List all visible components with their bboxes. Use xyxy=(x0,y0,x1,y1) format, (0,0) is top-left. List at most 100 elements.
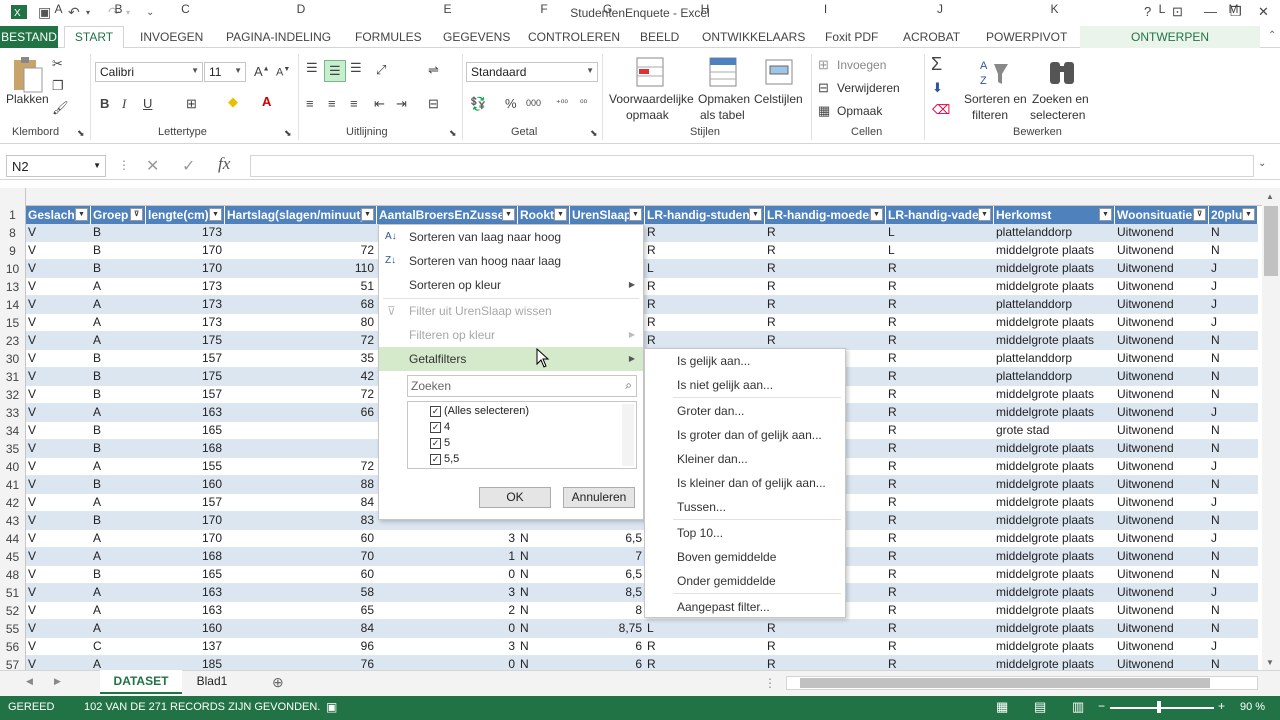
table-cell[interactable]: N xyxy=(1211,657,1255,671)
table-cell[interactable]: 160 xyxy=(148,621,222,635)
table-cell[interactable]: N xyxy=(520,657,567,671)
row-number[interactable]: 1 xyxy=(0,206,26,224)
table-cell[interactable]: 173 xyxy=(148,279,222,293)
table-cell[interactable]: 163 xyxy=(148,603,222,617)
table-cell[interactable]: B xyxy=(93,513,143,527)
table-cell[interactable]: 8,75 xyxy=(572,621,642,635)
number-filter-option[interactable]: Boven gemiddelde xyxy=(645,546,845,568)
table-cell[interactable]: middelgrote plaats xyxy=(996,333,1112,347)
tab-beeld[interactable]: BEELD xyxy=(640,30,679,44)
tab-acrobat[interactable]: ACROBAT xyxy=(903,30,960,44)
filter-active-icon[interactable]: ⊽ xyxy=(130,208,143,221)
merge-center-icon[interactable]: ⊟ xyxy=(428,96,439,112)
table-cell[interactable]: N xyxy=(520,639,567,653)
table-cell[interactable]: grote stad xyxy=(996,423,1112,437)
table-cell[interactable]: 51 xyxy=(227,279,374,293)
row-number[interactable]: 48 xyxy=(0,566,26,584)
table-cell[interactable]: V xyxy=(28,549,88,563)
table-cell[interactable]: L xyxy=(888,225,991,239)
column-header-a[interactable]: A xyxy=(26,2,91,16)
table-cell[interactable]: plattelanddorp xyxy=(996,297,1112,311)
italic-icon[interactable]: I xyxy=(122,96,126,112)
table-header-cell[interactable]: Groep ⊽ xyxy=(91,206,146,224)
tabs-split-icon[interactable]: ⋮ xyxy=(764,676,776,690)
table-cell[interactable]: R xyxy=(888,423,991,437)
font-launcher-icon[interactable]: ⬊ xyxy=(284,128,292,139)
clear-icon[interactable]: ⌫ xyxy=(932,102,950,118)
table-cell[interactable]: 157 xyxy=(148,351,222,365)
next-sheet-icon[interactable]: ▶ xyxy=(54,676,61,687)
zoom-level[interactable]: 90 % xyxy=(1240,701,1265,713)
row-number[interactable]: 8 xyxy=(0,224,26,242)
table-cell[interactable]: R xyxy=(888,261,991,275)
orientation-icon[interactable]: ⤢ xyxy=(376,62,386,78)
table-cell[interactable]: A xyxy=(93,495,143,509)
table-cell[interactable]: J xyxy=(1211,459,1255,473)
table-cell[interactable]: 0 xyxy=(379,657,515,671)
clear-filter-item[interactable]: ⊽ Filter uit UrenSlaap wissen xyxy=(379,299,643,323)
horizontal-scroll-thumb[interactable] xyxy=(800,678,1210,688)
autosum-icon[interactable]: Σ xyxy=(931,54,942,75)
zoom-slider[interactable] xyxy=(1110,707,1214,709)
table-cell[interactable]: R xyxy=(767,243,883,257)
table-cell[interactable]: A xyxy=(93,549,143,563)
table-cell[interactable]: R xyxy=(767,657,883,671)
row-number[interactable]: 35 xyxy=(0,440,26,458)
table-cell[interactable]: 3 xyxy=(379,531,515,545)
table-header-cell[interactable]: Hartslag(slagen/minuut) ▼ xyxy=(225,206,377,224)
table-cell[interactable]: N xyxy=(1211,225,1255,239)
table-cell[interactable]: R xyxy=(888,495,991,509)
table-cell[interactable]: B xyxy=(93,243,143,257)
table-cell[interactable]: middelgrote plaats xyxy=(996,315,1112,329)
table-cell[interactable]: N xyxy=(1211,333,1255,347)
tab-foxit-pdf[interactable]: Foxit PDF xyxy=(825,30,878,44)
align-center-icon[interactable]: ≡ xyxy=(328,96,336,111)
table-cell[interactable]: Uitwonend xyxy=(1117,225,1206,239)
table-cell[interactable]: Uitwonend xyxy=(1117,477,1206,491)
table-cell[interactable]: V xyxy=(28,369,88,383)
font-size-combo[interactable]: 11 ▼ xyxy=(204,62,246,82)
table-cell[interactable]: middelgrote plaats xyxy=(996,261,1112,275)
table-cell[interactable]: R xyxy=(888,405,991,419)
table-cell[interactable]: 157 xyxy=(148,387,222,401)
table-cell[interactable]: R xyxy=(647,279,762,293)
table-cell[interactable]: 170 xyxy=(148,513,222,527)
column-header-m[interactable]: M xyxy=(1209,2,1258,16)
number-filter-option[interactable]: Is kleiner dan of gelijk aan... xyxy=(645,472,845,494)
tab-ontwerpen[interactable]: ONTWERPEN xyxy=(1131,30,1209,44)
table-cell[interactable]: R xyxy=(888,621,991,635)
font-name-combo[interactable]: Calibri ▼ xyxy=(95,62,203,82)
column-header-g[interactable]: G xyxy=(570,2,645,16)
macro-record-icon[interactable]: ▣ xyxy=(326,700,337,714)
table-cell[interactable]: N xyxy=(1211,369,1255,383)
table-cell[interactable]: J xyxy=(1211,279,1255,293)
table-cell[interactable]: 7 xyxy=(572,549,642,563)
table-cell[interactable]: J xyxy=(1211,639,1255,653)
table-cell[interactable]: 72 xyxy=(227,333,374,347)
tab-ontwikkelaars[interactable]: ONTWIKKELAARS xyxy=(702,30,805,44)
row-number[interactable]: 33 xyxy=(0,404,26,422)
table-cell[interactable]: R xyxy=(888,657,991,671)
table-cell[interactable]: 173 xyxy=(148,315,222,329)
table-cell[interactable]: 170 xyxy=(148,243,222,257)
table-cell[interactable]: middelgrote plaats xyxy=(996,567,1112,581)
table-cell[interactable]: 160 xyxy=(148,477,222,491)
table-cell[interactable]: 72 xyxy=(227,243,374,257)
fill-color-icon[interactable]: ◆ xyxy=(228,94,238,110)
table-cell[interactable]: 72 xyxy=(227,387,374,401)
table-cell[interactable]: R xyxy=(888,315,991,329)
filter-search-input[interactable]: Zoeken ⌕ xyxy=(407,375,637,397)
table-cell[interactable]: middelgrote plaats xyxy=(996,549,1112,563)
table-header-cell[interactable]: LR-handig-moeder ▼ xyxy=(765,206,886,224)
table-cell[interactable]: N xyxy=(1211,477,1255,491)
scroll-up-icon[interactable]: ▲ xyxy=(1266,192,1274,201)
table-cell[interactable]: 168 xyxy=(148,441,222,455)
format-as-table-button[interactable]: Opmaken xyxy=(698,92,750,106)
decrease-font-icon[interactable]: A▼ xyxy=(276,66,290,79)
table-cell[interactable]: R xyxy=(767,261,883,275)
filter-dropdown-icon[interactable]: ▼ xyxy=(502,208,515,221)
table-cell[interactable]: 96 xyxy=(227,639,374,653)
checklist-item[interactable]: ✓ 5,5 xyxy=(418,452,618,468)
paste-button[interactable]: Plakken xyxy=(6,92,49,106)
decrease-decimal-icon[interactable]: ⁰⁰ xyxy=(580,98,587,109)
